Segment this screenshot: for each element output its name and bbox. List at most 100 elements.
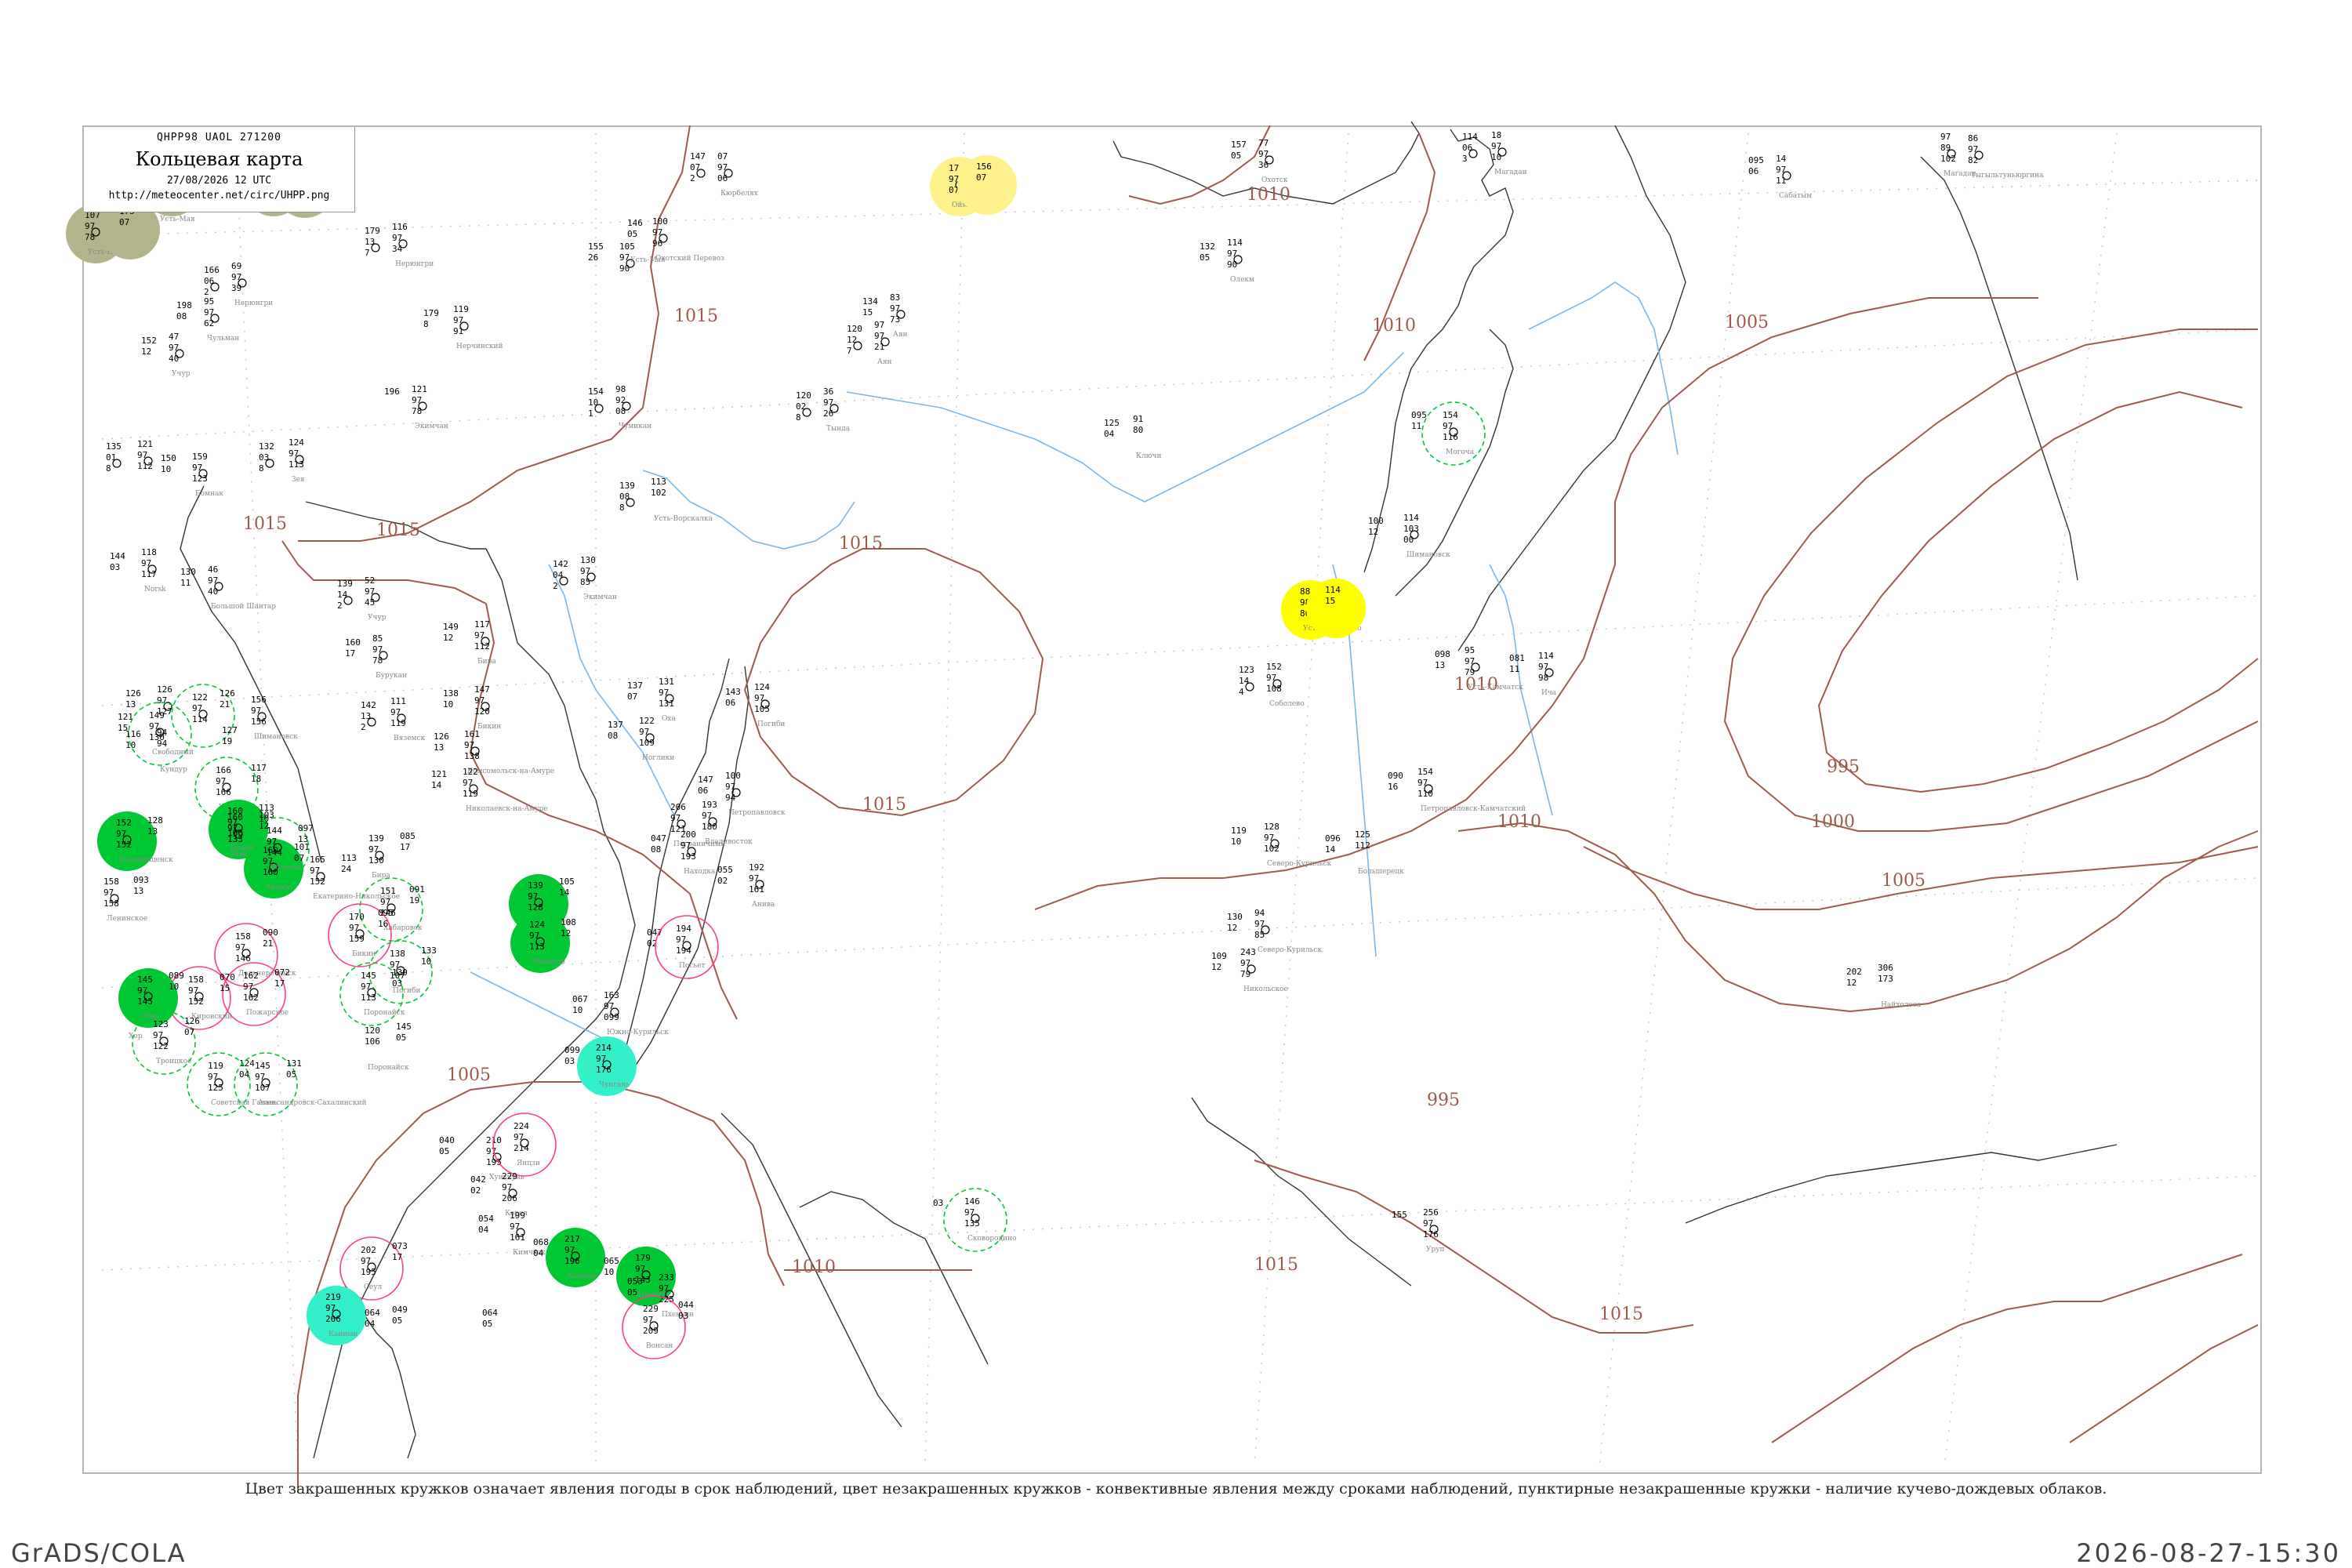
station-marker[interactable]: 09313 xyxy=(133,875,149,896)
station-marker[interactable]: 1149798 Ича xyxy=(1538,651,1557,697)
station-marker[interactable]: 20212 xyxy=(1846,967,1862,988)
station-marker[interactable]: 19497194 Посьет xyxy=(655,915,719,979)
station-marker[interactable]: 15526 xyxy=(588,241,604,263)
station-marker[interactable]: 123144 xyxy=(1239,665,1254,697)
station-marker[interactable]: 13903 xyxy=(392,967,408,989)
station-marker[interactable]: 09713 xyxy=(298,823,314,844)
station-marker[interactable]: 04202 xyxy=(470,1174,486,1196)
station-marker[interactable]: 13707 xyxy=(627,681,643,702)
station-marker[interactable]: 12607 xyxy=(184,1016,200,1037)
station-marker[interactable]: 20097193 Находка xyxy=(681,829,716,876)
station-marker[interactable]: 09813 xyxy=(1435,649,1450,670)
station-marker[interactable]: 13997130Бира xyxy=(368,833,390,880)
station-marker[interactable]: 06404 xyxy=(365,1308,380,1329)
station-marker[interactable]: 11718 xyxy=(251,763,267,784)
station-marker[interactable]: 16397099 Южно-Курильск xyxy=(604,990,669,1036)
station-marker[interactable]: 16017 xyxy=(345,637,361,659)
station-marker[interactable]: 13310 xyxy=(421,946,437,967)
station-marker[interactable]: 06710 xyxy=(572,994,588,1015)
station-marker[interactable]: 25697176 Уруп xyxy=(1423,1207,1445,1254)
station-marker[interactable]: 120127 xyxy=(847,324,862,356)
station-marker[interactable]: 10912 xyxy=(1211,951,1227,972)
station-marker[interactable]: 21997206 Каннын xyxy=(307,1286,366,1345)
station-marker[interactable]: 13011 xyxy=(180,567,196,588)
station-marker[interactable]: 15997123 Бомнак xyxy=(192,452,223,498)
station-marker[interactable]: 09016 xyxy=(1388,771,1403,792)
station-marker[interactable]: 15697156 Шимановск xyxy=(251,695,298,741)
station-marker[interactable]: 11415 xyxy=(1306,579,1366,638)
station-marker[interactable]: 1009796 Охотский Перевоз xyxy=(652,216,724,263)
station-marker[interactable]: 979721Аян xyxy=(874,320,892,366)
station-marker[interactable]: 13197131 Оха xyxy=(659,677,676,723)
station-marker[interactable]: 139142 xyxy=(337,579,353,611)
station-marker[interactable]: 147072 xyxy=(690,151,706,183)
station-marker[interactable]: 09506 xyxy=(1748,155,1764,176)
station-marker[interactable]: 08517 xyxy=(400,831,416,852)
station-marker[interactable]: 1219778 Экимчан xyxy=(412,384,448,430)
station-marker[interactable]: 05502 xyxy=(717,865,733,886)
station-marker[interactable]: 306173 Найхолоса xyxy=(1878,963,1922,1009)
station-marker[interactable]: 09614 xyxy=(1325,833,1341,855)
station-marker[interactable]: 12404 xyxy=(239,1058,255,1080)
station-marker[interactable]: 149711 Сабатым xyxy=(1776,154,1812,200)
station-marker[interactable]: 12621 xyxy=(220,688,235,710)
station-marker[interactable]: 479740 Учур xyxy=(169,332,191,378)
station-marker[interactable]: 949785 Северо-Курильск xyxy=(1254,908,1323,954)
station-marker[interactable]: 13415 xyxy=(862,296,878,318)
station-marker[interactable]: 05404 xyxy=(478,1214,494,1235)
station-marker[interactable]: 12897102 Северо-Курильск xyxy=(1264,822,1332,868)
station-marker[interactable]: 11324 xyxy=(341,853,357,874)
station-marker[interactable]: 15297108 Соболево xyxy=(1266,662,1305,708)
station-marker[interactable]: 15497116 Могоча xyxy=(1421,401,1486,466)
station-marker[interactable]: 166062 xyxy=(204,265,220,297)
station-marker[interactable]: 14706 xyxy=(698,775,713,796)
station-marker[interactable]: 03 xyxy=(933,1198,943,1208)
station-marker[interactable]: 07217 xyxy=(274,967,290,989)
station-marker[interactable]: 15010 xyxy=(161,453,176,474)
station-marker[interactable]: 155 xyxy=(1392,1210,1407,1220)
station-marker[interactable]: 04905 xyxy=(392,1305,408,1326)
station-marker[interactable]: 04708 xyxy=(651,833,666,855)
station-marker[interactable]: 19397180 Владивосток xyxy=(702,800,753,846)
station-marker[interactable]: 699739 Нерюнгри xyxy=(231,261,273,307)
station-marker[interactable]: 1309785 Экимчан xyxy=(580,555,617,601)
station-marker[interactable]: 9180 Ключи xyxy=(1133,414,1161,460)
station-marker[interactable]: 15705 xyxy=(1231,140,1247,161)
station-marker[interactable]: 15607 xyxy=(957,155,1017,215)
station-marker[interactable]: 13810 xyxy=(443,688,459,710)
station-marker[interactable]: 14505 xyxy=(396,1022,412,1043)
station-marker[interactable]: 09119 xyxy=(409,884,425,906)
station-marker[interactable]: 21797196 Хамхын xyxy=(546,1228,605,1287)
station-marker[interactable]: 12813 xyxy=(147,815,163,837)
station-marker[interactable]: 21497176 Чунгань xyxy=(577,1036,637,1096)
station-marker[interactable]: 12613 xyxy=(125,688,141,710)
station-marker[interactable]: 1199791 Нерчинский xyxy=(453,304,503,350)
station-marker[interactable]: 139088 xyxy=(619,481,635,513)
station-marker[interactable]: 14697135 Сковородино xyxy=(943,1188,1017,1252)
station-marker[interactable]: 869782 Тыгыльтуньюргина xyxy=(1968,133,2044,180)
station-marker[interactable]: 14306 xyxy=(725,687,741,708)
station-marker[interactable]: 22497214 Янцзи xyxy=(492,1112,557,1177)
station-marker[interactable]: 08910 xyxy=(169,971,184,992)
station-marker[interactable]: 12504 xyxy=(1104,418,1120,439)
station-marker[interactable]: 1169734 Нерюнгри xyxy=(392,222,434,268)
station-marker[interactable]: 11410300 Шимановск xyxy=(1403,513,1450,559)
station-marker[interactable]: 113102 Усть-Ворскалка xyxy=(651,477,713,523)
station-marker[interactable]: 19808 xyxy=(176,300,192,321)
station-marker[interactable]: 08111 xyxy=(1509,653,1525,674)
station-marker[interactable]: 06405 xyxy=(482,1308,498,1329)
station-marker[interactable]: 12497105 Погиби xyxy=(754,682,785,728)
station-marker[interactable]: 11910 xyxy=(1231,826,1247,847)
station-marker[interactable]: 196 xyxy=(384,387,400,397)
station-marker[interactable]: 1798 xyxy=(423,308,439,329)
station-marker[interactable]: 142132 xyxy=(361,700,376,732)
station-marker[interactable]: 12197112 xyxy=(137,439,153,471)
station-marker[interactable]: 079706 Кюрбелях xyxy=(717,151,758,198)
station-marker[interactable]: 369726 Тындa xyxy=(823,387,851,433)
station-marker[interactable]: 839773 Аян xyxy=(890,292,908,339)
station-marker[interactable]: 14797120 Бикин xyxy=(474,684,501,731)
station-marker[interactable]: 529745 Учур xyxy=(365,575,387,622)
station-marker[interactable]: 189710 Магадан xyxy=(1491,130,1527,176)
station-marker[interactable]: 04005 xyxy=(439,1135,455,1156)
station-marker[interactable]: 469740 Большой Шантар xyxy=(208,564,276,611)
